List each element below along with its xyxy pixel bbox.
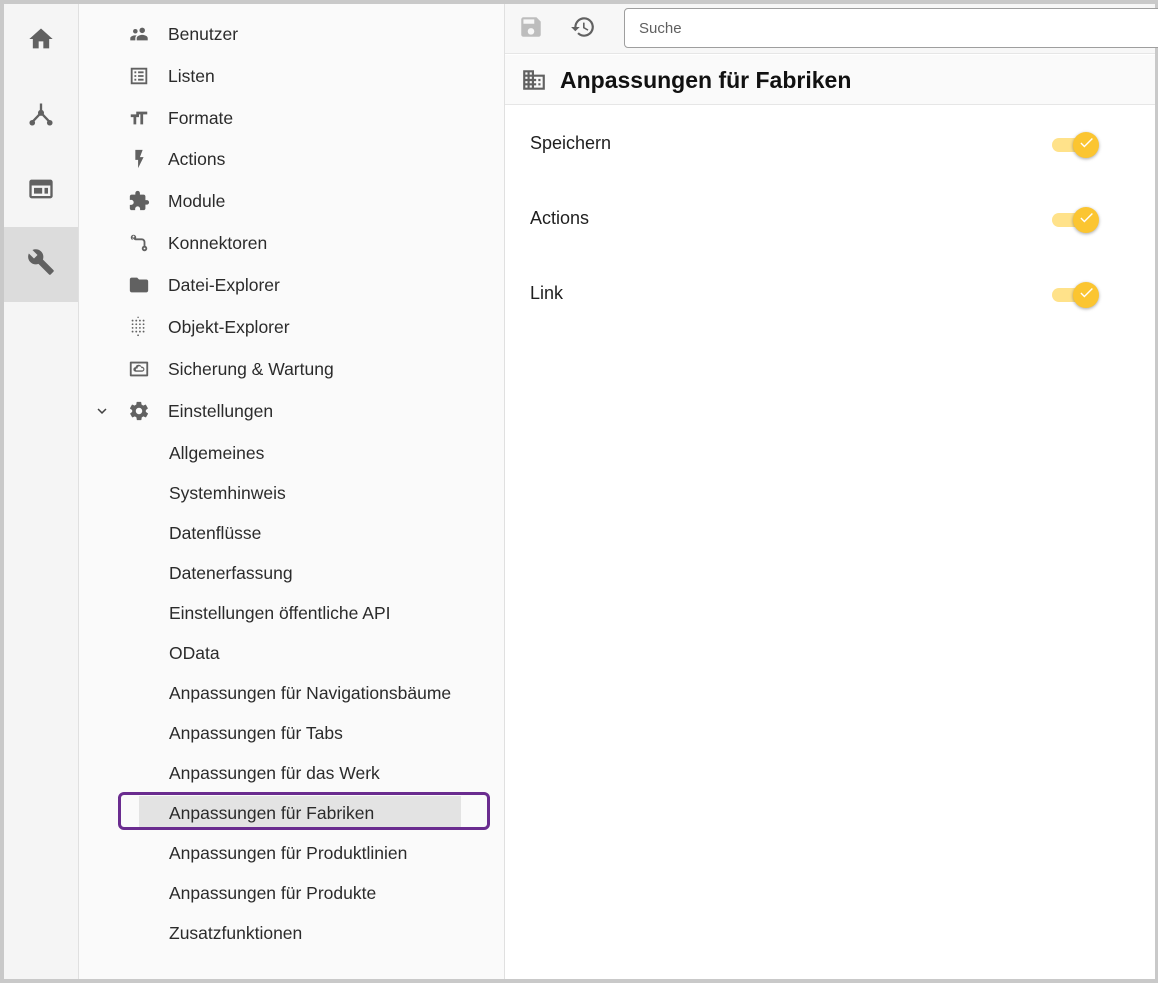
cloud-backup-icon bbox=[127, 357, 151, 381]
rail-home[interactable] bbox=[4, 4, 78, 79]
browser-window-icon bbox=[27, 175, 55, 208]
page-title: Anpassungen für Fabriken bbox=[560, 67, 852, 93]
nav-item-einstellungen[interactable]: Einstellungen bbox=[79, 391, 504, 431]
setting-row-speichern: Speichern bbox=[505, 119, 1155, 169]
setting-label: Speichern bbox=[530, 133, 612, 153]
rail-network[interactable] bbox=[4, 79, 78, 154]
sub-item-datenerfassung[interactable]: Datenerfassung bbox=[79, 553, 504, 593]
sub-item-systemhinweis[interactable]: Systemhinweis bbox=[79, 473, 504, 513]
factory-icon bbox=[521, 67, 547, 93]
wrench-icon bbox=[27, 248, 55, 281]
nav-item-label: Objekt-Explorer bbox=[168, 316, 290, 337]
sub-item-label: Datenflüsse bbox=[169, 522, 262, 543]
selection-outline bbox=[118, 792, 490, 830]
share-nodes-icon bbox=[27, 100, 55, 133]
sub-item-navigationsbaeume[interactable]: Anpassungen für Navigationsbäume bbox=[79, 673, 504, 713]
save-button[interactable] bbox=[514, 12, 548, 46]
sub-item-odata[interactable]: OData bbox=[79, 633, 504, 673]
actions-toggle[interactable] bbox=[1052, 207, 1100, 233]
sub-item-label: OData bbox=[169, 642, 220, 663]
sub-item-label: Anpassungen für das Werk bbox=[169, 762, 380, 783]
people-icon bbox=[127, 22, 151, 46]
link-toggle[interactable] bbox=[1052, 282, 1100, 308]
sub-item-produkte[interactable]: Anpassungen für Produkte bbox=[79, 873, 504, 913]
sub-item-label: Systemhinweis bbox=[169, 482, 286, 503]
rail-layout[interactable] bbox=[4, 154, 78, 229]
nav-item-objekt-explorer[interactable]: Objekt-Explorer bbox=[79, 307, 504, 347]
check-icon bbox=[1078, 209, 1095, 231]
home-icon bbox=[27, 25, 55, 58]
gear-icon bbox=[127, 399, 151, 423]
nav-item-label: Actions bbox=[168, 148, 226, 169]
sub-item-label: Datenerfassung bbox=[169, 562, 293, 583]
nav-item-benutzer[interactable]: Benutzer bbox=[79, 14, 504, 54]
puzzle-icon bbox=[127, 189, 151, 213]
sub-item-produktlinien[interactable]: Anpassungen für Produktlinien bbox=[79, 833, 504, 873]
nav-item-sicherung-wartung[interactable]: Sicherung & Wartung bbox=[79, 349, 504, 389]
sub-item-werk[interactable]: Anpassungen für das Werk bbox=[79, 753, 504, 793]
rail-admin[interactable] bbox=[4, 227, 78, 302]
nav-item-listen[interactable]: Listen bbox=[79, 56, 504, 96]
settings-nav: Benutzer Listen Formate Actions Module K… bbox=[79, 4, 505, 979]
sub-item-label: Anpassungen für Navigationsbäume bbox=[169, 682, 452, 703]
folder-icon bbox=[127, 273, 151, 297]
setting-label: Actions bbox=[530, 208, 590, 228]
search-input[interactable] bbox=[625, 9, 1158, 47]
sub-item-datenfluesse[interactable]: Datenflüsse bbox=[79, 513, 504, 553]
nav-item-label: Einstellungen bbox=[168, 400, 274, 421]
search-field[interactable] bbox=[624, 8, 1158, 48]
nav-item-konnektoren[interactable]: Konnektoren bbox=[79, 223, 504, 263]
nav-item-label: Datei-Explorer bbox=[168, 274, 280, 295]
sub-item-label: Zusatzfunktionen bbox=[169, 922, 303, 943]
bolt-icon bbox=[127, 147, 151, 171]
page-header: Anpassungen für Fabriken bbox=[505, 55, 1155, 105]
nav-item-actions[interactable]: Actions bbox=[79, 139, 504, 179]
app-rail bbox=[4, 4, 79, 979]
nav-item-label: Module bbox=[168, 190, 226, 211]
toggle-knob bbox=[1073, 282, 1099, 308]
toggle-knob bbox=[1073, 207, 1099, 233]
sub-item-label: Einstellungen öffentliche API bbox=[169, 602, 391, 623]
sub-item-label: Anpassungen für Produkte bbox=[169, 882, 377, 903]
save-icon bbox=[518, 14, 544, 45]
speichern-toggle[interactable] bbox=[1052, 132, 1100, 158]
sub-item-label: Allgemeines bbox=[169, 442, 265, 463]
route-icon bbox=[127, 231, 151, 255]
toggle-knob bbox=[1073, 132, 1099, 158]
dot-grid-icon bbox=[127, 315, 151, 339]
nav-item-formate[interactable]: Formate bbox=[79, 98, 504, 138]
sub-item-zusatzfunktionen[interactable]: Zusatzfunktionen bbox=[79, 913, 504, 953]
history-icon bbox=[570, 14, 596, 45]
sub-item-allgemeines[interactable]: Allgemeines bbox=[79, 433, 504, 473]
sub-item-oeffentliche-api[interactable]: Einstellungen öffentliche API bbox=[79, 593, 504, 633]
sub-item-tabs[interactable]: Anpassungen für Tabs bbox=[79, 713, 504, 753]
history-button[interactable] bbox=[566, 12, 600, 46]
setting-row-actions: Actions bbox=[505, 194, 1155, 244]
sub-item-label: Anpassungen für Produktlinien bbox=[169, 842, 408, 863]
main-content: Anpassungen für Fabriken Speichern Actio… bbox=[505, 4, 1158, 979]
nav-item-datei-explorer[interactable]: Datei-Explorer bbox=[79, 265, 504, 305]
nav-item-label: Formate bbox=[168, 107, 234, 128]
nav-item-label: Sicherung & Wartung bbox=[168, 358, 334, 379]
nav-item-module[interactable]: Module bbox=[79, 181, 504, 221]
setting-label: Link bbox=[530, 283, 564, 303]
nav-item-label: Listen bbox=[168, 65, 215, 86]
nav-item-label: Benutzer bbox=[168, 23, 239, 44]
text-format-icon bbox=[127, 106, 151, 130]
toolbar bbox=[505, 4, 1158, 54]
check-icon bbox=[1078, 284, 1095, 306]
nav-item-label: Konnektoren bbox=[168, 232, 268, 253]
chevron-down-icon[interactable] bbox=[93, 402, 111, 420]
setting-row-link: Link bbox=[505, 269, 1155, 319]
sub-item-label: Anpassungen für Tabs bbox=[169, 722, 343, 743]
list-icon bbox=[127, 64, 151, 88]
check-icon bbox=[1078, 134, 1095, 156]
